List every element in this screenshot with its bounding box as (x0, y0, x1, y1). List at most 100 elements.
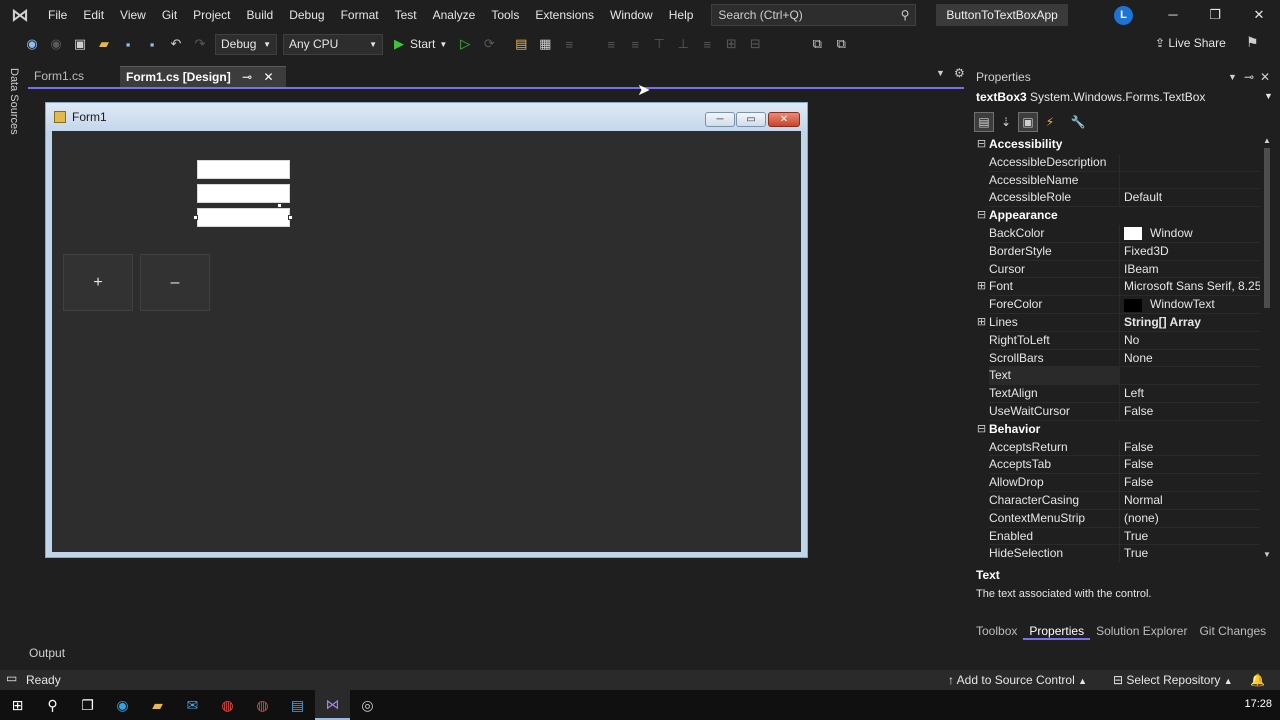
property-row[interactable]: AcceptsTab False (974, 456, 1260, 475)
object-selector[interactable]: textBox3 System.Windows.Forms.TextBox ▼ (970, 90, 1276, 108)
send-to-back-icon[interactable]: ⧉ (831, 34, 851, 54)
browse-icon[interactable]: ▤ (511, 34, 531, 54)
file-explorer-icon[interactable]: ▰ (140, 690, 175, 720)
property-category[interactable]: ⊟ Behavior (974, 421, 1260, 439)
property-row[interactable]: AccessibleDescription (974, 153, 1260, 172)
feedback-icon[interactable]: ⚑ (1246, 34, 1259, 51)
minimize-icon[interactable]: ─ (1152, 0, 1194, 30)
configuration-dropdown[interactable]: Debug ▼ (215, 33, 277, 55)
same-size-icon[interactable]: ⊞ (721, 34, 741, 54)
account-avatar[interactable]: L (1114, 6, 1133, 25)
property-value[interactable]: False (1119, 402, 1260, 421)
windows-start-icon[interactable]: ⊞ (0, 690, 35, 720)
solution-name-badge[interactable]: ButtonToTextBoxApp (936, 4, 1068, 26)
start-without-debugging-icon[interactable]: ▷ (455, 34, 475, 54)
menu-tools[interactable]: Tools (483, 0, 527, 30)
output-tab[interactable]: Output (29, 646, 65, 660)
redo-icon[interactable]: ↷ (190, 34, 210, 54)
expand-icon[interactable]: ⊞ (974, 314, 989, 332)
property-row[interactable]: UseWaitCursor False (974, 402, 1260, 421)
property-row[interactable]: ForeColor WindowText (974, 296, 1260, 314)
property-value[interactable]: Fixed3D (1119, 242, 1260, 261)
minus-button[interactable]: – (140, 254, 210, 311)
property-row[interactable]: ⊞ Font Microsoft Sans Serif, 8.25pt (974, 278, 1260, 297)
tab-form1-design[interactable]: Form1.cs [Design] ⊸ ✕ (120, 66, 286, 87)
add-to-source-control-button[interactable]: ↑ Add to Source Control ▲ (948, 670, 1087, 691)
textbox2[interactable] (197, 184, 290, 203)
property-value[interactable]: No (1119, 331, 1260, 350)
notifications-bell-icon[interactable]: 🔔 (1250, 670, 1265, 690)
align-right-icon[interactable]: ≡ (625, 34, 645, 54)
property-value[interactable]: False (1119, 456, 1260, 475)
chrome-icon[interactable]: ◍ (210, 690, 245, 720)
task-view-icon[interactable]: ❐ (70, 690, 105, 720)
property-row[interactable]: AllowDrop False (974, 474, 1260, 492)
property-row[interactable]: ContextMenuStrip (none) (974, 509, 1260, 528)
data-sources-tab[interactable]: Data Sources (8, 68, 20, 135)
select-repository-button[interactable]: ⊟ Select Repository ▲ (1113, 670, 1233, 691)
visual-studio-icon[interactable]: ⋈ (315, 690, 350, 720)
menu-build[interactable]: Build (239, 0, 282, 30)
property-value[interactable]: Default (1119, 189, 1260, 208)
settings-gear-icon[interactable]: ⚙ (954, 66, 965, 80)
expand-icon[interactable]: ⊞ (974, 278, 989, 296)
property-value[interactable]: String[] Array (1119, 313, 1260, 332)
selection-handle-left[interactable] (193, 215, 198, 220)
new-item-icon[interactable]: ▣ (70, 34, 90, 54)
property-value[interactable]: Normal (1119, 491, 1260, 510)
collapse-icon[interactable]: ⊟ (974, 136, 989, 154)
store-icon[interactable]: ▤ (280, 690, 315, 720)
chrome-profile-icon[interactable]: ◍ (245, 690, 280, 720)
property-value[interactable]: False (1119, 438, 1260, 457)
save-all-icon[interactable]: ▪ (142, 34, 162, 54)
property-value[interactable] (1119, 171, 1260, 190)
close-tab-icon[interactable]: ✕ (263, 70, 273, 84)
property-row[interactable]: Enabled True (974, 527, 1260, 546)
collapse-icon[interactable]: ⊟ (974, 207, 989, 225)
property-pages-icon[interactable]: 🔧 (1068, 112, 1088, 132)
property-value[interactable]: True (1119, 545, 1260, 562)
menu-window[interactable]: Window (602, 0, 661, 30)
alphabetical-icon[interactable]: ⇣ (996, 112, 1016, 132)
obs-icon[interactable]: ◎ (350, 690, 385, 720)
menu-analyze[interactable]: Analyze (425, 0, 484, 30)
menu-format[interactable]: Format (333, 0, 387, 30)
align-middle-icon[interactable]: ⊥ (673, 34, 693, 54)
scrollbar-thumb[interactable] (1264, 148, 1270, 308)
hot-reload-icon[interactable]: ⟳ (479, 34, 499, 54)
selection-handle-right[interactable] (288, 215, 293, 220)
start-button[interactable]: ▶ Start ▼ (394, 36, 447, 52)
property-row[interactable]: Text (974, 367, 1260, 386)
live-share-button[interactable]: ⇪ Live Share (1155, 36, 1226, 50)
edge-browser-icon[interactable]: ◉ (105, 690, 140, 720)
menu-edit[interactable]: Edit (75, 0, 112, 30)
menu-file[interactable]: File (40, 0, 75, 30)
maximize-icon[interactable]: ❐ (1194, 0, 1236, 30)
property-value[interactable]: (none) (1119, 509, 1260, 528)
close-icon[interactable]: ✕ (1238, 0, 1280, 30)
menu-help[interactable]: Help (661, 0, 702, 30)
pin-panel-icon[interactable]: ⊸ (1244, 70, 1254, 84)
property-row[interactable]: Cursor IBeam (974, 260, 1260, 279)
tab-form1-cs[interactable]: Form1.cs (28, 66, 118, 87)
search-icon[interactable]: ⚲ (35, 690, 70, 720)
open-folder-icon[interactable]: ▰ (94, 34, 114, 54)
property-row[interactable]: ScrollBars None (974, 349, 1260, 368)
property-value[interactable] (1119, 367, 1260, 386)
properties-icon[interactable]: ▣ (1018, 112, 1038, 132)
property-grid-scrollbar[interactable]: ▲ ▼ (1263, 136, 1271, 562)
scroll-down-icon[interactable]: ▼ (1263, 550, 1271, 559)
visual-studio-logo-icon[interactable]: ⋈ (0, 0, 40, 30)
property-row[interactable]: CharacterCasing Normal (974, 491, 1260, 510)
align-icon[interactable]: ≡ (559, 34, 579, 54)
undo-icon[interactable]: ↶ (166, 34, 186, 54)
property-row[interactable]: BackColor Window (974, 224, 1260, 243)
property-category[interactable]: ⊟ Accessibility (974, 136, 1260, 154)
property-value[interactable]: Microsoft Sans Serif, 8.25pt (1119, 278, 1260, 297)
property-value[interactable]: False (1119, 474, 1260, 492)
save-icon[interactable]: ▪ (118, 34, 138, 54)
property-row[interactable]: AccessibleName (974, 171, 1260, 190)
scroll-up-icon[interactable]: ▲ (1263, 136, 1271, 145)
tab-list-chevron-icon[interactable]: ▼ (936, 68, 945, 78)
menu-project[interactable]: Project (185, 0, 238, 30)
